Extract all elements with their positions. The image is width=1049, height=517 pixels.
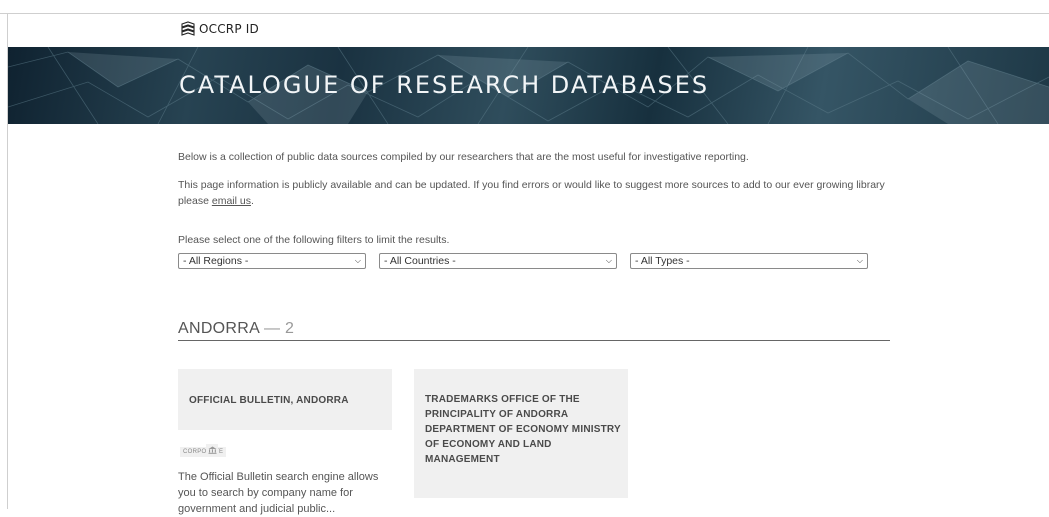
section-heading-andorra: ANDORRA — 2	[178, 320, 294, 338]
card-description: The Official Bulletin search engine allo…	[178, 471, 379, 515]
intro-contribute-prefix: This page information is publicly availa…	[178, 179, 885, 207]
filter-prompt: Please select one of the following filte…	[178, 234, 450, 246]
section-count: 2	[285, 320, 295, 337]
section-separator: —	[259, 320, 286, 337]
chevron-down-icon: ⌵	[354, 256, 361, 265]
intro-contribute-text: This page information is publicly availa…	[178, 177, 898, 209]
section-divider	[178, 340, 890, 341]
category-tag-corporate[interactable]: CORPORATE	[180, 447, 227, 457]
page-title: CATALOGUE OF RESEARCH DATABASES	[179, 71, 710, 99]
email-us-link[interactable]: email us	[212, 195, 251, 207]
type-filter-value: - All Types -	[635, 255, 690, 267]
region-filter-value: - All Regions -	[183, 255, 249, 267]
logo-text: OCCRP ID	[199, 22, 259, 36]
occrp-logo[interactable]: OCCRP ID	[180, 21, 259, 37]
card-title[interactable]: TRADEMARKS OFFICE OF THE PRINCIPALITY OF…	[425, 392, 625, 467]
section-name: ANDORRA	[178, 320, 260, 337]
building-icon	[206, 444, 218, 456]
type-filter-select[interactable]: - All Types - ⌵	[630, 253, 868, 269]
chevron-down-icon: ⌵	[605, 256, 612, 265]
country-filter-select[interactable]: - All Countries - ⌵	[379, 253, 617, 269]
page-banner: CATALOGUE OF RESEARCH DATABASES	[8, 47, 1049, 124]
card-title[interactable]: OFFICIAL BULLETIN, ANDORRA	[189, 393, 349, 408]
chevron-down-icon: ⌵	[856, 256, 863, 265]
database-card[interactable]: OFFICIAL BULLETIN, ANDORRA	[178, 369, 392, 430]
intro-contribute-suffix: .	[250, 195, 254, 207]
intro-text: Below is a collection of public data sou…	[178, 151, 749, 163]
country-filter-value: - All Countries -	[384, 255, 456, 267]
region-filter-select[interactable]: - All Regions - ⌵	[178, 253, 366, 269]
page-top-border	[0, 13, 1049, 14]
occrp-logo-icon	[181, 21, 195, 36]
database-card[interactable]: TRADEMARKS OFFICE OF THE PRINCIPALITY OF…	[414, 369, 628, 498]
